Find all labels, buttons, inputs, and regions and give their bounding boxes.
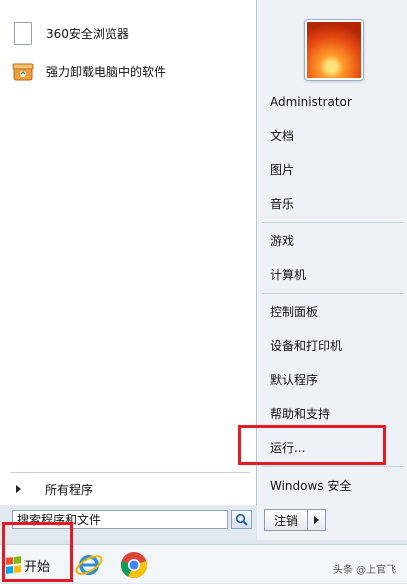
menu-item-control-panel[interactable]: 控制面板 [270,302,318,322]
start-button[interactable]: 开始 [6,552,50,578]
all-programs-button[interactable]: 所有程序 [10,478,250,500]
shutdown-options-button[interactable] [308,509,326,531]
menu-item-music[interactable]: 音乐 [270,194,294,214]
uninstaller-box-icon [10,58,36,84]
menu-item-user[interactable]: Administrator [270,92,352,112]
menu-item-default-programs[interactable]: 默认程序 [270,370,318,390]
internet-explorer-icon[interactable] [74,550,104,580]
program-360-browser[interactable]: 360安全浏览器 [10,18,250,48]
start-menu: 360安全浏览器 强力卸载电脑中的软件 所有程序 搜索程序和文件 Adminis… [0,0,407,540]
menu-item-run[interactable]: 运行... [270,438,305,458]
user-avatar[interactable] [305,20,363,80]
search-input[interactable]: 搜索程序和文件 [12,510,228,529]
programs-pane: 360安全浏览器 强力卸载电脑中的软件 所有程序 [0,0,257,505]
menu-item-windows-security[interactable]: Windows 安全 [270,476,351,496]
menu-item-devices-printers[interactable]: 设备和打印机 [270,336,342,356]
chrome-icon[interactable] [119,550,149,580]
program-label: 360安全浏览器 [46,26,129,41]
shutdown-group: 注销 [264,509,326,531]
menu-item-computer[interactable]: 计算机 [270,265,306,285]
menu-item-pictures[interactable]: 图片 [270,160,294,180]
watermark: 头条 @上官飞 [333,565,397,576]
all-programs-label: 所有程序 [45,482,94,497]
menu-item-help[interactable]: 帮助和支持 [270,404,330,424]
search-icon[interactable] [231,510,252,529]
chevron-right-icon [16,485,21,493]
divider [262,222,404,223]
search-bar: 搜索程序和文件 [0,505,256,540]
chevron-right-icon [314,516,319,524]
menu-item-documents[interactable]: 文档 [270,126,294,146]
menu-item-games[interactable]: 游戏 [270,231,294,251]
start-label: 开始 [24,559,51,575]
divider [262,293,404,294]
program-uninstaller[interactable]: 强力卸载电脑中的软件 [10,56,250,86]
windows-logo-icon [6,556,22,574]
divider [10,472,250,473]
logoff-button[interactable]: 注销 [264,509,308,531]
document-icon [10,20,36,46]
divider [262,466,404,467]
program-label: 强力卸载电脑中的软件 [46,64,167,79]
